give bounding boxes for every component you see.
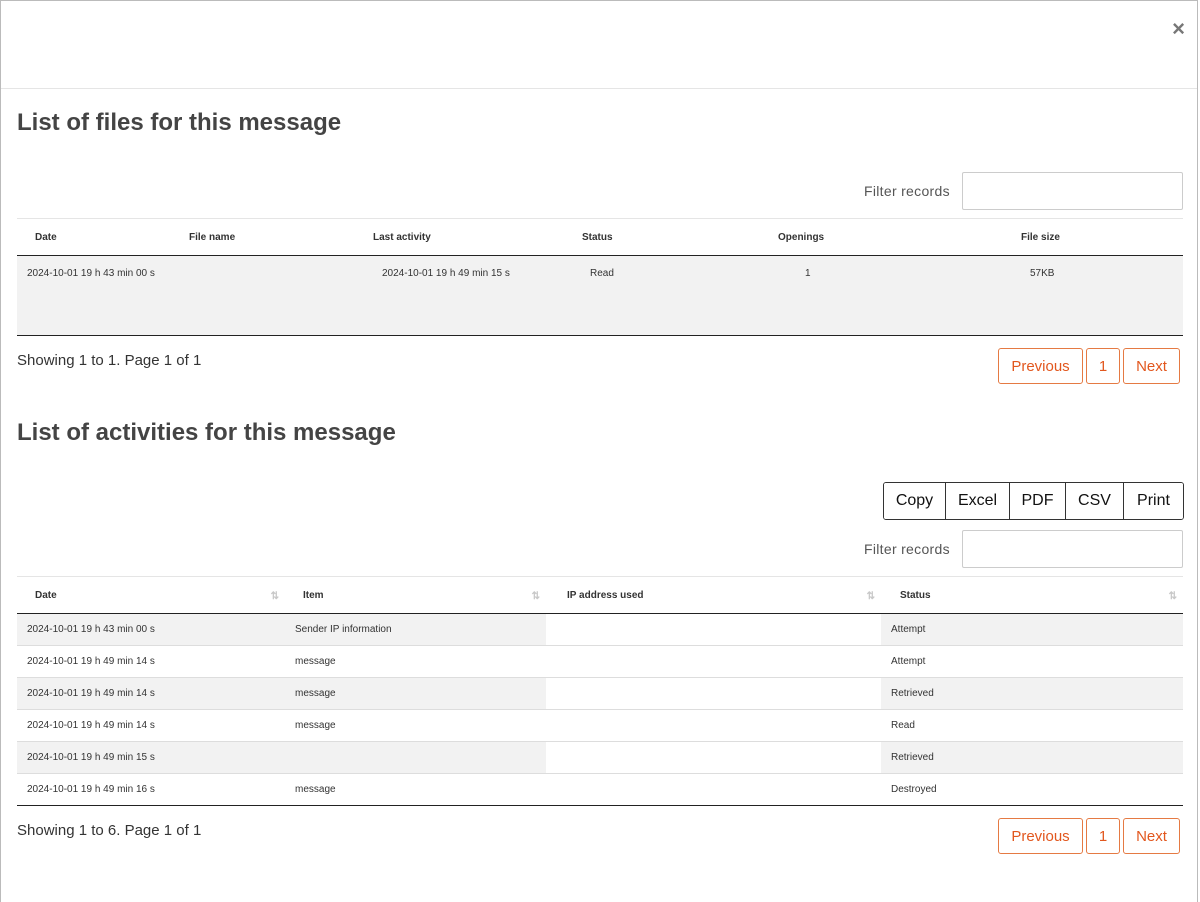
activity-item-cell: message <box>285 709 546 742</box>
close-icon[interactable]: × <box>1172 18 1185 40</box>
files-filter-label: Filter records <box>864 183 950 199</box>
activity-date-cell: 2024-10-01 19 h 49 min 14 s <box>17 677 285 710</box>
activities-col-date[interactable]: Date ⇅ <box>17 576 285 614</box>
activity-item-cell: message <box>285 677 546 710</box>
files-table: Date File name Last activity Status Open… <box>17 218 1183 336</box>
table-row[interactable]: 2024-10-01 19 h 49 min 14 s message Read <box>17 709 1183 742</box>
activity-ip-cell <box>546 677 881 710</box>
activity-date-cell: 2024-10-01 19 h 49 min 14 s <box>17 645 285 678</box>
files-col-file-name[interactable]: File name <box>189 218 373 256</box>
files-col-file-size[interactable]: File size <box>1021 218 1183 256</box>
activities-filter-label: Filter records <box>864 541 950 557</box>
activity-item-cell: message <box>285 773 546 806</box>
activities-table-info: Showing 1 to 6. Page 1 of 1 <box>17 822 202 839</box>
activity-item-cell <box>285 741 546 774</box>
files-table-info: Showing 1 to 1. Page 1 of 1 <box>17 352 202 369</box>
activity-status-cell: Attempt <box>881 645 1183 678</box>
file-date-cell: 2024-10-01 19 h 43 min 00 s <box>17 255 189 336</box>
files-header-row: Date File name Last activity Status Open… <box>17 218 1183 256</box>
activities-col-date-label: Date <box>35 589 57 601</box>
excel-button[interactable]: Excel <box>946 483 1010 519</box>
pdf-button[interactable]: PDF <box>1010 483 1066 519</box>
files-next-button[interactable]: Next <box>1123 348 1180 384</box>
files-col-date[interactable]: Date <box>17 218 189 256</box>
table-row[interactable]: 2024-10-01 19 h 49 min 14 s message Atte… <box>17 645 1183 678</box>
activities-header-row: Date ⇅ Item ⇅ IP address used ⇅ Status ⇅ <box>17 576 1183 614</box>
table-row[interactable]: 2024-10-01 19 h 43 min 00 s 2024-10-01 1… <box>17 255 1183 336</box>
activity-date-cell: 2024-10-01 19 h 49 min 14 s <box>17 709 285 742</box>
activity-status-cell: Attempt <box>881 613 1183 646</box>
activity-item-cell: Sender IP information <box>285 613 546 646</box>
modal-header: × <box>1 1 1197 89</box>
activities-table: Date ⇅ Item ⇅ IP address used ⇅ Status ⇅ 202… <box>17 576 1183 806</box>
activity-ip-cell <box>546 645 881 678</box>
sort-ascending-icon[interactable]: ⇅ <box>271 591 279 602</box>
activities-page-1-button[interactable]: 1 <box>1086 818 1120 854</box>
activity-ip-cell <box>546 741 881 774</box>
files-section-title: List of files for this message <box>17 109 342 136</box>
files-page-1-button[interactable]: 1 <box>1086 348 1120 384</box>
print-button[interactable]: Print <box>1124 483 1183 519</box>
activity-ip-cell <box>546 709 881 742</box>
message-details-modal: × List of files for this message Filter … <box>0 0 1198 902</box>
activities-col-ip-label: IP address used <box>567 589 644 601</box>
activities-previous-button[interactable]: Previous <box>998 818 1083 854</box>
table-row[interactable]: 2024-10-01 19 h 49 min 14 s message Retr… <box>17 677 1183 710</box>
csv-button[interactable]: CSV <box>1066 483 1124 519</box>
activity-status-cell: Retrieved <box>881 677 1183 710</box>
files-filter-input[interactable] <box>962 172 1183 210</box>
activity-item-cell: message <box>285 645 546 678</box>
activity-date-cell: 2024-10-01 19 h 43 min 00 s <box>17 613 285 646</box>
activities-col-status[interactable]: Status ⇅ <box>881 576 1183 614</box>
export-button-group: Copy Excel PDF CSV Print <box>883 482 1184 520</box>
activity-date-cell: 2024-10-01 19 h 49 min 15 s <box>17 741 285 774</box>
sort-icon[interactable]: ⇅ <box>867 591 875 602</box>
activities-next-button[interactable]: Next <box>1123 818 1180 854</box>
activities-section-title: List of activities for this message <box>17 419 396 446</box>
table-row[interactable]: 2024-10-01 19 h 43 min 00 s Sender IP in… <box>17 613 1183 646</box>
activities-filter-input[interactable] <box>962 530 1183 568</box>
activity-ip-cell <box>546 773 881 806</box>
copy-button[interactable]: Copy <box>884 483 946 519</box>
files-col-last-activity[interactable]: Last activity <box>373 218 582 256</box>
sort-icon[interactable]: ⇅ <box>532 591 540 602</box>
files-pagination: Previous 1 Next <box>998 348 1180 384</box>
file-last-activity-cell: 2024-10-01 19 h 49 min 15 s <box>373 255 582 336</box>
activities-col-item-label: Item <box>303 589 324 601</box>
activity-status-cell: Retrieved <box>881 741 1183 774</box>
activities-col-status-label: Status <box>900 589 931 601</box>
file-name-cell <box>189 255 373 336</box>
file-openings-cell: 1 <box>778 255 1021 336</box>
files-previous-button[interactable]: Previous <box>998 348 1083 384</box>
activities-col-ip[interactable]: IP address used ⇅ <box>546 576 881 614</box>
sort-icon[interactable]: ⇅ <box>1169 591 1177 602</box>
activity-ip-cell <box>546 613 881 646</box>
activity-status-cell: Destroyed <box>881 773 1183 806</box>
table-row[interactable]: 2024-10-01 19 h 49 min 16 s message Dest… <box>17 773 1183 806</box>
activities-pagination: Previous 1 Next <box>998 818 1180 854</box>
activity-status-cell: Read <box>881 709 1183 742</box>
activity-date-cell: 2024-10-01 19 h 49 min 16 s <box>17 773 285 806</box>
files-col-openings[interactable]: Openings <box>778 218 1021 256</box>
file-size-cell: 57KB <box>1021 255 1183 336</box>
table-row[interactable]: 2024-10-01 19 h 49 min 15 s Retrieved <box>17 741 1183 774</box>
activities-col-item[interactable]: Item ⇅ <box>285 576 546 614</box>
file-status-cell: Read <box>582 255 778 336</box>
files-col-status[interactable]: Status <box>582 218 778 256</box>
